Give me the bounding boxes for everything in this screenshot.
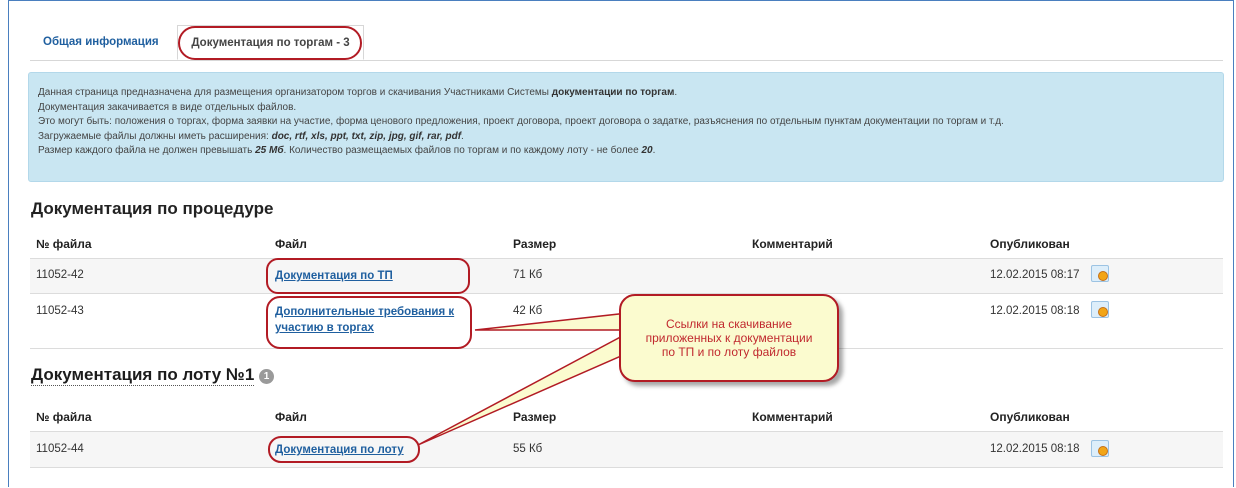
- info-line-1: Данная страница предназначена для размещ…: [38, 86, 1223, 101]
- col-file: Файл: [275, 237, 307, 251]
- published-date: 12.02.2015 08:18: [990, 443, 1080, 455]
- file-size: 42 Кб: [513, 305, 543, 317]
- file-number: 11052-44: [36, 443, 84, 455]
- info-text: .: [461, 130, 464, 142]
- col-file-number: № файла: [36, 410, 92, 424]
- info-line-4: Загружаемые файлы должны иметь расширени…: [38, 130, 1223, 145]
- file-link-tp-docs[interactable]: Документация по ТП: [275, 268, 393, 284]
- published-date: 12.02.2015 08:17: [990, 269, 1080, 281]
- col-file-number: № файла: [36, 237, 92, 251]
- info-extensions: doc, rtf, xls, ppt, txt, zip, jpg, gif, …: [271, 130, 462, 142]
- link-line: участию в торгах: [275, 322, 374, 334]
- info-text: Загружаемые файлы должны иметь расширени…: [38, 130, 272, 142]
- col-comment: Комментарий: [752, 410, 833, 424]
- file-number: 11052-43: [36, 305, 84, 317]
- info-text: . Количество размещаемых файлов по торга…: [283, 145, 642, 157]
- col-published: Опубликован: [990, 237, 1070, 251]
- info-text: .: [652, 145, 656, 157]
- col-file: Файл: [275, 410, 307, 424]
- certificate-icon[interactable]: [1091, 301, 1109, 318]
- tab-general-info[interactable]: Общая информация: [43, 25, 159, 60]
- file-link-lot-docs[interactable]: Документация по лоту: [275, 442, 404, 458]
- info-text: .: [674, 87, 678, 98]
- procedure-docs-heading: Документация по процедуре: [31, 199, 274, 218]
- certificate-icon[interactable]: [1091, 440, 1109, 457]
- callout-line: по ТП и по лоту файлов: [661, 345, 797, 359]
- info-box: Данная страница предназначена для размещ…: [28, 72, 1224, 182]
- col-size: Размер: [513, 410, 557, 424]
- file-size: 55 Кб: [513, 443, 543, 455]
- callout-line: приложенных к документации: [645, 331, 813, 345]
- certificate-icon[interactable]: [1091, 265, 1109, 282]
- info-text: Данная страница предназначена для размещ…: [38, 87, 552, 98]
- info-text: Размер каждого файла не должен превышать: [38, 145, 256, 157]
- file-link-additional-reqs[interactable]: Дополнительные требования к участию в тор…: [275, 304, 454, 336]
- file-size: 71 Кб: [513, 269, 543, 281]
- info-line-5: Размер каждого файла не должен превышать…: [38, 144, 1223, 159]
- info-line-2: Документация закачивается в виде отдельн…: [38, 101, 297, 113]
- col-comment: Комментарий: [752, 237, 833, 251]
- tab-documentation[interactable]: Документация по торгам - 3: [177, 25, 364, 60]
- row-divider: [30, 467, 1223, 468]
- col-published: Опубликован: [990, 410, 1070, 424]
- tab-bar: Общая информация Документация по торгам …: [30, 25, 1223, 61]
- lot-count-badge: 1: [259, 369, 274, 384]
- info-line-3: Это могут быть: положения о торгах, форм…: [38, 116, 1004, 128]
- link-line: Дополнительные требования к: [275, 306, 455, 318]
- row-divider: [30, 293, 1223, 294]
- info-max-count: 20: [641, 145, 653, 157]
- published-date: 12.02.2015 08:18: [990, 305, 1080, 317]
- info-max-size: 25 Мб: [255, 145, 284, 157]
- callout-note: Ссылки на скачивание приложенных к докум…: [619, 294, 839, 382]
- col-size: Размер: [513, 237, 557, 251]
- lot-docs-heading[interactable]: Документация по лоту №1: [31, 365, 255, 386]
- file-number: 11052-42: [36, 269, 84, 281]
- info-bold: документации по торгам: [551, 87, 675, 98]
- callout-line: Ссылки на скачивание: [665, 317, 792, 331]
